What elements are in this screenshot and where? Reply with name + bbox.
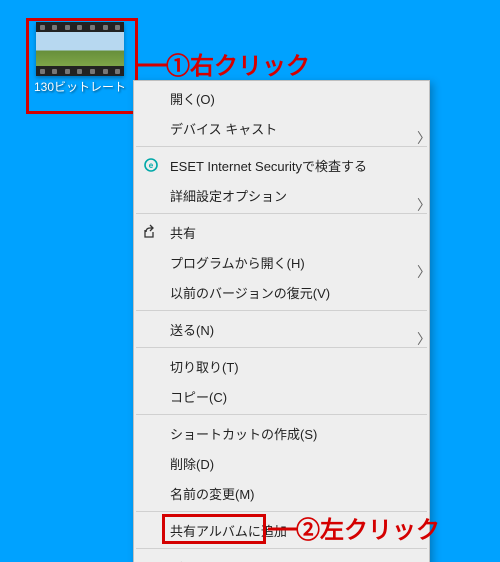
menu-rename[interactable]: 名前の変更(M): [134, 478, 429, 508]
menu-share-label: 共有: [170, 223, 196, 242]
video-file-thumbnail: [36, 22, 124, 76]
menu-delete-label: 削除(D): [170, 454, 214, 473]
menu-create-shortcut[interactable]: ショートカットの作成(S): [134, 418, 429, 448]
menu-advanced-options-label: 詳細設定オプション: [170, 186, 287, 205]
menu-device-cast[interactable]: デバイス キャスト 〉: [134, 113, 429, 143]
menu-delete[interactable]: 削除(D): [134, 448, 429, 478]
menu-device-cast-label: デバイス キャスト: [170, 119, 277, 138]
menu-open-label: 開く(O): [170, 89, 215, 108]
menu-advanced-options[interactable]: 詳細設定オプション 〉: [134, 180, 429, 210]
menu-restore-previous[interactable]: 以前のバージョンの復元(V): [134, 277, 429, 307]
desktop-video-file[interactable]: 130ビットレート: [30, 22, 130, 94]
menu-separator: [136, 213, 427, 214]
menu-properties-label: プロパティ(R): [170, 558, 252, 562]
menu-eset-scan[interactable]: e ESET Internet Securityで検査する: [134, 150, 429, 180]
svg-text:e: e: [149, 161, 154, 170]
menu-copy[interactable]: コピー(C): [134, 381, 429, 411]
menu-separator: [136, 548, 427, 549]
menu-eset-scan-label: ESET Internet Securityで検査する: [170, 156, 367, 175]
annotation-label-left-click: — ②左クリック: [268, 510, 440, 545]
menu-send-to[interactable]: 送る(N) 〉: [134, 314, 429, 344]
menu-rename-label: 名前の変更(M): [170, 484, 255, 503]
video-file-label: 130ビットレート: [30, 80, 130, 94]
menu-separator: [136, 414, 427, 415]
menu-open[interactable]: 開く(O): [134, 83, 429, 113]
menu-separator: [136, 146, 427, 147]
menu-open-with[interactable]: プログラムから開く(H) 〉: [134, 247, 429, 277]
menu-create-shortcut-label: ショートカットの作成(S): [170, 424, 317, 443]
annotation-label-right-click: — ①右クリック: [138, 46, 310, 81]
menu-open-with-label: プログラムから開く(H): [170, 253, 305, 272]
menu-properties[interactable]: プロパティ(R): [134, 552, 429, 562]
context-menu: 開く(O) デバイス キャスト 〉 e ESET Internet Securi…: [133, 80, 430, 562]
menu-separator: [136, 347, 427, 348]
menu-cut[interactable]: 切り取り(T): [134, 351, 429, 381]
eset-icon: e: [142, 156, 160, 174]
menu-separator: [136, 310, 427, 311]
menu-copy-label: コピー(C): [170, 387, 227, 406]
menu-send-to-label: 送る(N): [170, 320, 214, 339]
menu-share[interactable]: 共有: [134, 217, 429, 247]
share-icon: [142, 223, 160, 241]
menu-restore-previous-label: 以前のバージョンの復元(V): [170, 283, 330, 302]
menu-cut-label: 切り取り(T): [170, 357, 239, 376]
